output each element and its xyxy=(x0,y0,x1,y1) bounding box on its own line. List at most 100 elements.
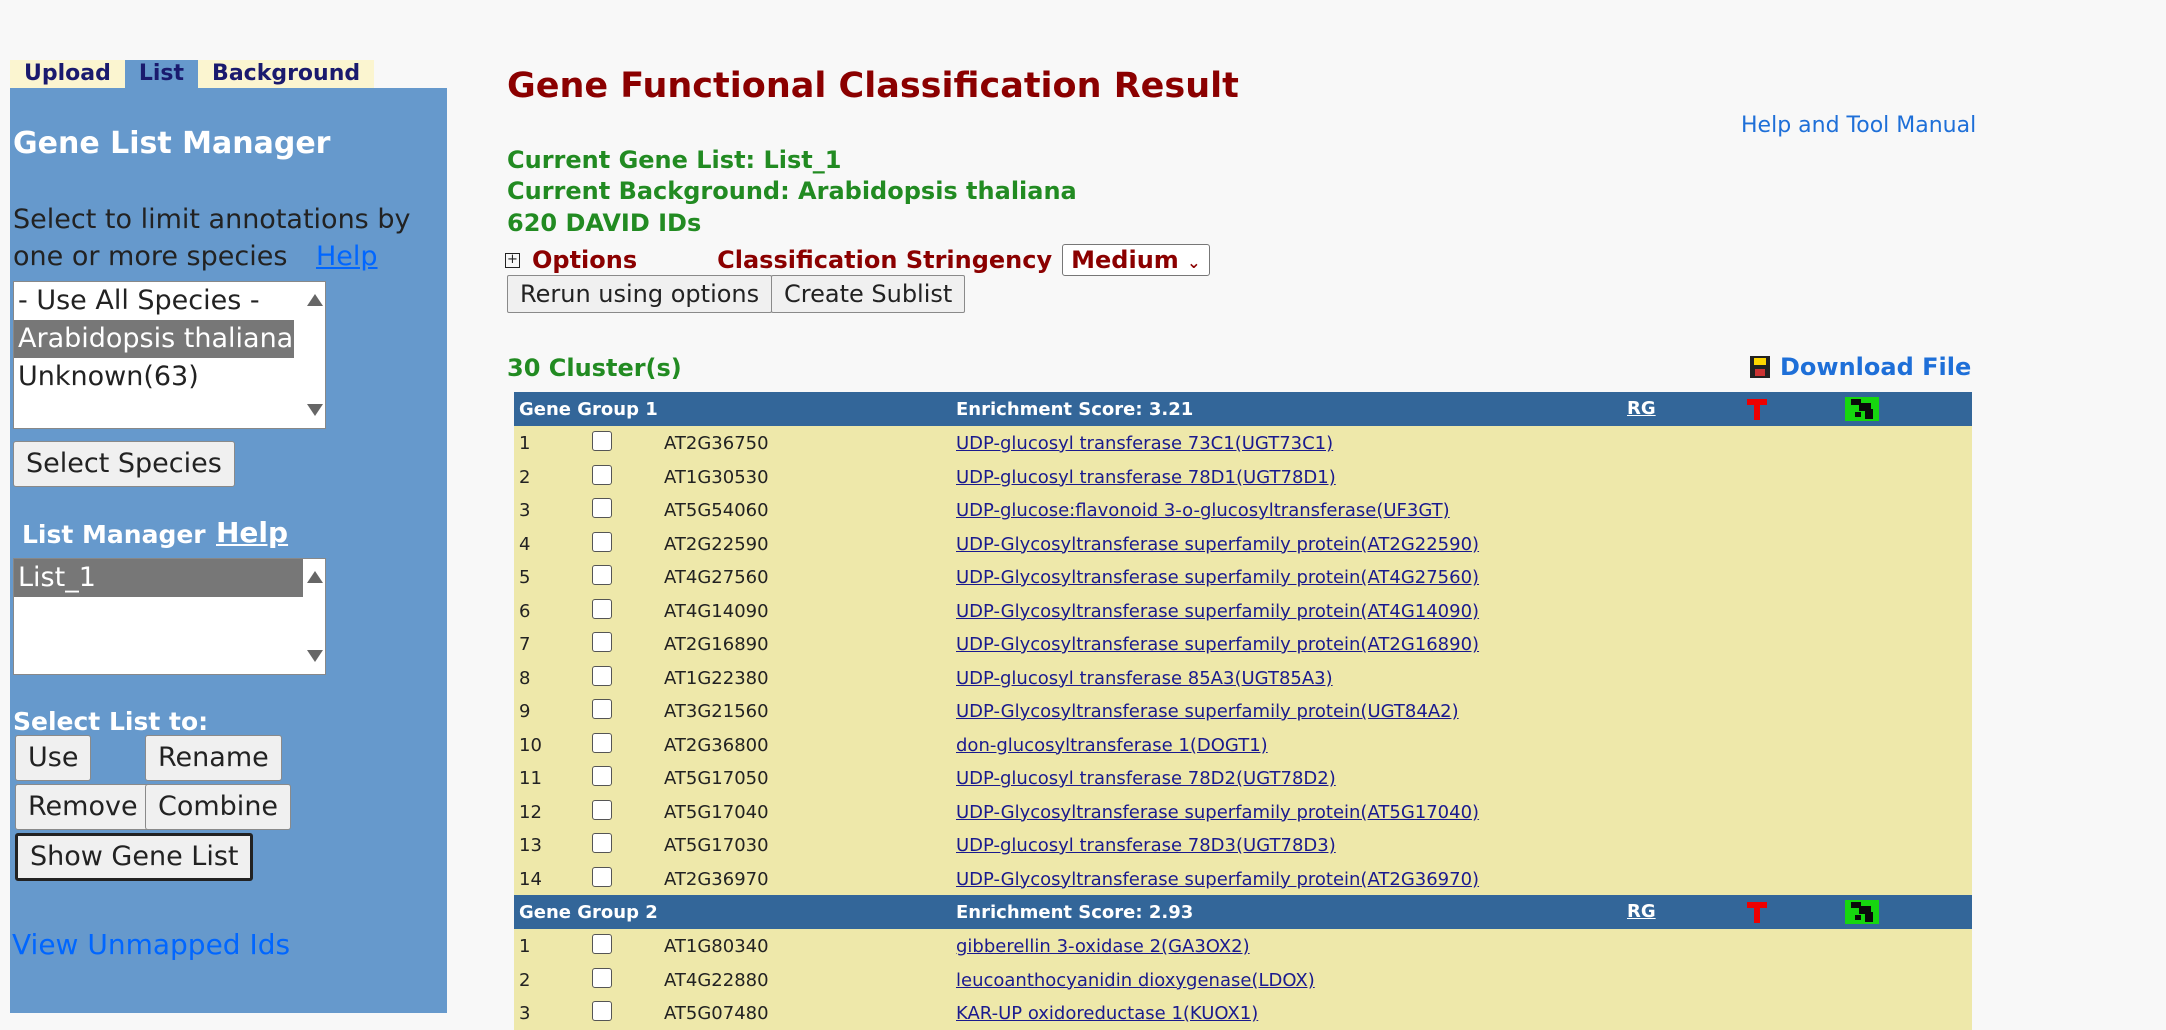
row-checkbox[interactable] xyxy=(592,598,612,619)
list-option[interactable]: List_1 xyxy=(14,559,303,597)
gene-id: AT5G07480 xyxy=(664,1003,769,1024)
table-row: 2 AT1G30530 UDP-glucosyl transferase 78D1(… xyxy=(514,459,1972,493)
gene-name-link[interactable]: UDP-Glycosyltransferase superfamily prot… xyxy=(956,802,1479,823)
tab-list[interactable]: List xyxy=(124,60,199,88)
help-manual-link[interactable]: Help and Tool Manual xyxy=(1741,113,1976,138)
rename-button[interactable]: Rename xyxy=(145,735,282,781)
tab-upload[interactable]: Upload xyxy=(10,60,125,88)
row-checkbox[interactable] xyxy=(592,531,612,552)
scroll-down-icon[interactable] xyxy=(307,404,323,416)
options-label[interactable]: Options xyxy=(532,246,637,274)
t-table-icon[interactable] xyxy=(1746,397,1768,421)
row-checkbox[interactable] xyxy=(592,866,612,887)
remove-button[interactable]: Remove xyxy=(15,784,151,830)
combine-button[interactable]: Combine xyxy=(145,784,292,830)
gene-name-link[interactable]: UDP-Glycosyltransferase superfamily prot… xyxy=(956,534,1479,555)
lists-scrollbar[interactable] xyxy=(303,559,325,674)
gene-name-link[interactable]: leucoanthocyanidin dioxygenase(LDOX) xyxy=(956,970,1315,991)
gene-name-link[interactable]: UDP-glucosyl transferase 78D1(UGT78D1) xyxy=(956,467,1336,488)
row-checkbox[interactable] xyxy=(592,498,612,518)
enrichment-score: Enrichment Score: 2.93 xyxy=(956,902,1194,923)
species-listbox[interactable]: - Use All Species - Arabidopsis thaliana… xyxy=(13,281,326,429)
row-number: 12 xyxy=(519,801,542,823)
stringency-select[interactable]: Medium ⌄ xyxy=(1062,244,1210,276)
table-row: 4 AT2G22590 UDP-Glycosyltransferase superf… xyxy=(514,526,1972,560)
select-species-button[interactable]: Select Species xyxy=(13,441,235,487)
gene-id: AT5G17030 xyxy=(664,835,769,856)
row-number: 1 xyxy=(519,936,531,957)
create-sublist-button[interactable]: Create Sublist xyxy=(771,275,966,313)
gene-name-link[interactable]: UDP-glucose:flavonoid 3-o-glucosyltransf… xyxy=(956,500,1450,521)
row-checkbox[interactable] xyxy=(592,732,612,753)
row-checkbox[interactable] xyxy=(592,967,612,988)
download-file-link[interactable]: Download File xyxy=(1750,353,1971,381)
row-checkbox[interactable] xyxy=(592,1001,612,1021)
row-checkbox[interactable] xyxy=(592,565,612,585)
cluster-count: 30 Cluster(s) xyxy=(507,354,682,382)
row-checkbox[interactable] xyxy=(592,632,612,652)
gene-name-link[interactable]: UDP-glucosyl transferase 78D3(UGT78D3) xyxy=(956,835,1336,856)
gene-name-link[interactable]: UDP-glucosyl transferase 85A3(UGT85A3) xyxy=(956,668,1333,689)
view-unmapped-ids-link[interactable]: View Unmapped Ids xyxy=(12,928,290,961)
scroll-down-icon[interactable] xyxy=(307,650,323,662)
row-number: 10 xyxy=(519,734,542,756)
list-manager-help-link[interactable]: Help xyxy=(216,516,288,549)
row-checkbox[interactable] xyxy=(592,699,612,719)
species-option[interactable]: - Use All Species - xyxy=(14,282,325,320)
show-gene-list-button[interactable]: Show Gene List xyxy=(15,833,254,881)
gene-name-link[interactable]: gibberellin 3-oxidase 2(GA3OX2) xyxy=(956,936,1250,957)
row-checkbox[interactable] xyxy=(592,934,612,954)
rg-link[interactable]: RG xyxy=(1627,398,1656,419)
gene-id: AT1G22380 xyxy=(664,667,769,689)
use-button[interactable]: Use xyxy=(15,735,92,781)
row-checkbox[interactable] xyxy=(592,464,612,485)
download-label[interactable]: Download File xyxy=(1780,353,1971,381)
row-number: 2 xyxy=(519,466,531,488)
row-checkbox[interactable] xyxy=(592,833,612,853)
gene-id: AT2G36750 xyxy=(664,433,769,454)
species-option[interactable]: Unknown(63) xyxy=(14,358,325,396)
tab-background[interactable]: Background xyxy=(198,60,375,88)
table-row: 12 AT5G17040 UDP-Glycosyltransferase super… xyxy=(514,794,1972,828)
gene-name-link[interactable]: UDP-Glycosyltransferase superfamily prot… xyxy=(956,567,1479,588)
gene-id: AT2G36970 xyxy=(664,868,769,890)
row-checkbox[interactable] xyxy=(592,799,612,820)
row-checkbox[interactable] xyxy=(592,766,612,786)
table-row: 7 AT2G16890 UDP-Glycosyltransferase superf… xyxy=(514,627,1972,661)
gene-id: AT4G14090 xyxy=(664,600,769,622)
gene-name-link[interactable]: UDP-Glycosyltransferase superfamily prot… xyxy=(956,634,1479,655)
gene-name-link[interactable]: KAR-UP oxidoreductase 1(KUOX1) xyxy=(956,1003,1258,1024)
gene-id: AT1G30530 xyxy=(664,466,769,488)
table-row: 3 AT5G54060 UDP-glucose:flavonoid 3-o-gluc… xyxy=(514,493,1972,527)
row-number: 14 xyxy=(519,868,542,890)
species-scrollbar[interactable] xyxy=(303,282,325,428)
gene-name-link[interactable]: UDP-Glycosyltransferase superfamily prot… xyxy=(956,601,1479,622)
scroll-up-icon[interactable] xyxy=(307,571,323,583)
species-help-link[interactable]: Help xyxy=(316,241,378,272)
row-number: 2 xyxy=(519,969,531,991)
gene-name-link[interactable]: UDP-Glycosyltransferase superfamily prot… xyxy=(956,869,1479,890)
expand-plus-icon[interactable]: + xyxy=(505,252,520,268)
heatmap-icon[interactable] xyxy=(1845,900,1879,924)
current-background: Current Background: Arabidopsis thaliana xyxy=(507,177,1077,205)
species-option[interactable]: Arabidopsis thaliana(62 xyxy=(14,320,294,358)
t-table-icon[interactable] xyxy=(1746,900,1768,924)
gene-name-link[interactable]: UDP-glucosyl transferase 78D2(UGT78D2) xyxy=(956,768,1336,789)
gene-name-link[interactable]: UDP-Glycosyltransferase superfamily prot… xyxy=(956,701,1459,722)
row-checkbox[interactable] xyxy=(592,665,612,686)
rg-link[interactable]: RG xyxy=(1627,901,1656,922)
row-checkbox[interactable] xyxy=(592,431,612,451)
rerun-button[interactable]: Rerun using options xyxy=(507,275,773,313)
gene-lists-listbox[interactable]: List_1 xyxy=(13,558,326,675)
heatmap-icon[interactable] xyxy=(1845,397,1879,421)
scroll-up-icon[interactable] xyxy=(307,294,323,306)
gene-name-link[interactable]: UDP-glucosyl transferase 73C1(UGT73C1) xyxy=(956,433,1333,454)
row-number: 7 xyxy=(519,634,531,655)
table-row: 8 AT1G22380 UDP-glucosyl transferase 85A3(… xyxy=(514,660,1972,694)
table-row: 2 AT4G22880 leucoanthocyanidin dioxygenase… xyxy=(514,962,1972,996)
gene-id: AT5G17050 xyxy=(664,768,769,789)
row-number: 1 xyxy=(519,433,531,454)
page-title: Gene Functional Classification Result xyxy=(507,66,1239,106)
gene-name-link[interactable]: don-glucosyltransferase 1(DOGT1) xyxy=(956,735,1268,756)
floppy-disk-icon xyxy=(1750,356,1770,378)
